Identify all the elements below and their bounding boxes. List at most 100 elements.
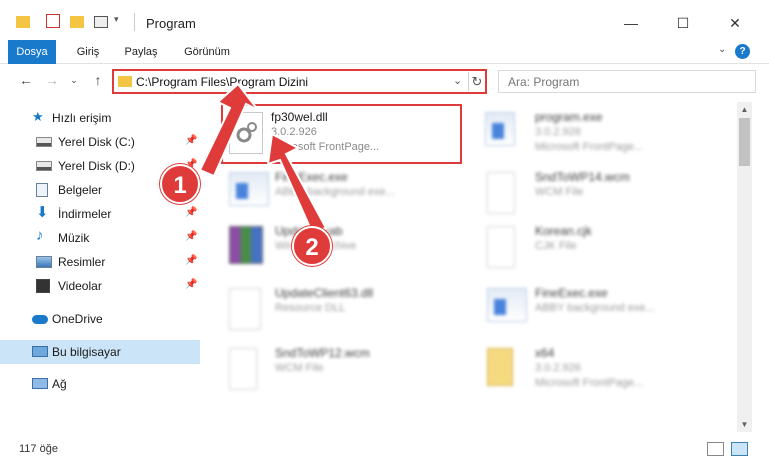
file-item-fp30wel[interactable]: fp30wel.dll 3.0.2.926 Microsoft FrontPag…	[221, 104, 462, 164]
title-bar: ▾ Program — ☐ ✕	[0, 0, 769, 40]
file-list: fp30wel.dll 3.0.2.926 Microsoft FrontPag…	[205, 102, 737, 432]
sidebar-item-label: Yerel Disk (C:)	[58, 135, 135, 149]
help-icon[interactable]: ?	[735, 44, 750, 59]
network-icon	[32, 378, 48, 389]
chevron-down-icon[interactable]: ⌄	[453, 74, 462, 87]
file-item-sndtowp12[interactable]: SndToWP12.wcm WCM File	[223, 342, 463, 394]
minimize-button[interactable]: —	[608, 8, 654, 38]
up-icon[interactable]: ↑	[88, 72, 108, 88]
exe-icon	[485, 112, 515, 146]
scroll-down-icon[interactable]: ▼	[737, 417, 752, 432]
folder-icon	[118, 76, 132, 87]
sidebar-item-label: İndirmeler	[58, 207, 112, 221]
file-name: program.exe	[535, 110, 603, 124]
callout-1: 1	[160, 164, 200, 204]
sidebar-item-label: Müzik	[58, 231, 90, 245]
navigation-bar: ← → ⌄ ↑ C:\Program Files\Program Dizini …	[0, 64, 769, 100]
file-type: WCM File	[535, 186, 584, 198]
scrollbar-thumb[interactable]	[739, 118, 750, 166]
sidebar-item-label: Hızlı erişim	[52, 111, 112, 125]
document-icon	[229, 348, 257, 390]
close-button[interactable]: ✕	[712, 8, 758, 38]
pin-icon[interactable]: 📌	[185, 255, 197, 266]
music-icon: ♪	[36, 227, 44, 244]
expand-ribbon-icon[interactable]: ⌄	[718, 44, 726, 55]
drive-icon	[36, 137, 52, 147]
video-icon	[36, 279, 50, 293]
file-type: CJK File	[535, 240, 577, 252]
tab-home[interactable]: Giriş	[66, 40, 110, 64]
file-description: Microsoft FrontPage...	[535, 141, 644, 153]
details-view-icon[interactable]	[707, 442, 724, 456]
tab-share[interactable]: Paylaş	[116, 40, 166, 64]
file-item-updates-cab[interactable]: Updates.cab WinRAR Archive	[223, 220, 463, 272]
tab-view[interactable]: Görünüm	[176, 40, 238, 64]
file-item-fineexec-2[interactable]: FineExec.exe ABBY background exe...	[469, 282, 709, 334]
callout-2: 2	[292, 226, 332, 266]
pin-icon[interactable]: 📌	[185, 207, 197, 218]
maximize-button[interactable]: ☐	[660, 8, 706, 38]
file-name: x64	[535, 346, 555, 360]
file-item-fineexec[interactable]: FineExec.exe ABBY background exe...	[223, 166, 463, 218]
chevron-down-icon[interactable]: ▾	[114, 14, 119, 30]
computer-icon	[32, 346, 48, 357]
new-folder-icon[interactable]	[70, 16, 84, 28]
sidebar-item-music[interactable]: ♪ Müzik 📌	[0, 226, 200, 250]
search-placeholder: Ara: Program	[508, 75, 580, 89]
recent-locations-icon[interactable]: ⌄	[64, 75, 84, 86]
file-item-sndtowp14[interactable]: SndToWP14.wcm WCM File	[469, 166, 709, 218]
file-name: SndToWP14.wcm	[535, 170, 630, 184]
file-version: 3.0.2.926	[271, 126, 317, 138]
archive-icon	[229, 226, 263, 264]
file-type: WCM File	[275, 362, 324, 374]
scroll-up-icon[interactable]: ▲	[737, 102, 752, 117]
refresh-icon[interactable]: ↻	[468, 72, 485, 91]
dll-gear-icon	[229, 288, 261, 330]
sidebar-item-this-pc[interactable]: Bu bilgisayar	[0, 340, 200, 364]
sidebar-item-network[interactable]: Ağ	[0, 372, 200, 396]
sidebar-item-videos[interactable]: Videolar 📌	[0, 274, 200, 298]
pin-icon[interactable]: 📌	[185, 135, 197, 146]
large-icons-view-icon[interactable]	[731, 442, 748, 456]
file-item-x64[interactable]: x64 3.0.2.926 Microsoft FrontPage...	[469, 342, 709, 394]
tab-file[interactable]: Dosya	[8, 40, 56, 64]
customize-toolbar-icon[interactable]	[94, 16, 108, 28]
sidebar-item-label: Resimler	[58, 255, 106, 269]
app-icon	[487, 288, 527, 322]
forward-icon[interactable]: →	[42, 72, 62, 88]
vertical-scrollbar[interactable]: ▲ ▼	[737, 102, 752, 432]
sidebar-item-downloads[interactable]: ⬇ İndirmeler 📌	[0, 202, 200, 226]
sidebar-item-pictures[interactable]: Resimler 📌	[0, 250, 200, 274]
file-item-program-exe[interactable]: program.exe 3.0.2.926 Microsoft FrontPag…	[469, 106, 709, 158]
file-name: FineExec.exe	[535, 286, 608, 300]
file-name: FineExec.exe	[275, 170, 348, 184]
app-icon	[229, 172, 269, 206]
status-bar: 117 öğe	[0, 432, 769, 475]
pin-icon[interactable]: 📌	[185, 279, 197, 290]
back-icon[interactable]: ←	[16, 72, 36, 88]
file-type: Resource DLL	[275, 302, 346, 314]
star-icon: ★	[32, 109, 44, 124]
sidebar-item-disk-c[interactable]: Yerel Disk (C:) 📌	[0, 130, 200, 154]
sidebar-item-label: Ağ	[52, 377, 67, 391]
document-icon	[487, 226, 515, 268]
file-version: 3.0.2.926	[535, 126, 581, 138]
sidebar-item-quick-access[interactable]: ★ Hızlı erişim	[0, 106, 200, 130]
sidebar-item-label: Bu bilgisayar	[52, 345, 121, 359]
file-item-updateclient63[interactable]: UpdateClient63.dll Resource DLL	[223, 282, 463, 334]
pin-icon[interactable]: 📌	[185, 231, 197, 242]
sidebar-item-onedrive[interactable]: OneDrive	[0, 307, 200, 331]
file-item-korean-cjk[interactable]: Korean.cjk CJK File	[469, 220, 709, 272]
address-bar[interactable]: C:\Program Files\Program Dizini ⌄ ↻	[112, 69, 487, 94]
ribbon-tabs: Dosya Giriş Paylaş Görünüm ⌄ ?	[0, 40, 769, 64]
folder-icon	[16, 16, 30, 28]
search-input[interactable]: Ara: Program	[498, 70, 756, 93]
file-version: 3.0.2.926	[535, 362, 581, 374]
pictures-icon	[36, 256, 52, 268]
file-description: Microsoft FrontPage...	[535, 377, 644, 389]
documents-icon	[36, 183, 48, 197]
properties-icon[interactable]	[46, 14, 60, 28]
file-name: UpdateClient63.dll	[275, 286, 374, 300]
item-count: 117 öğe	[19, 443, 58, 455]
file-name: SndToWP12.wcm	[275, 346, 370, 360]
